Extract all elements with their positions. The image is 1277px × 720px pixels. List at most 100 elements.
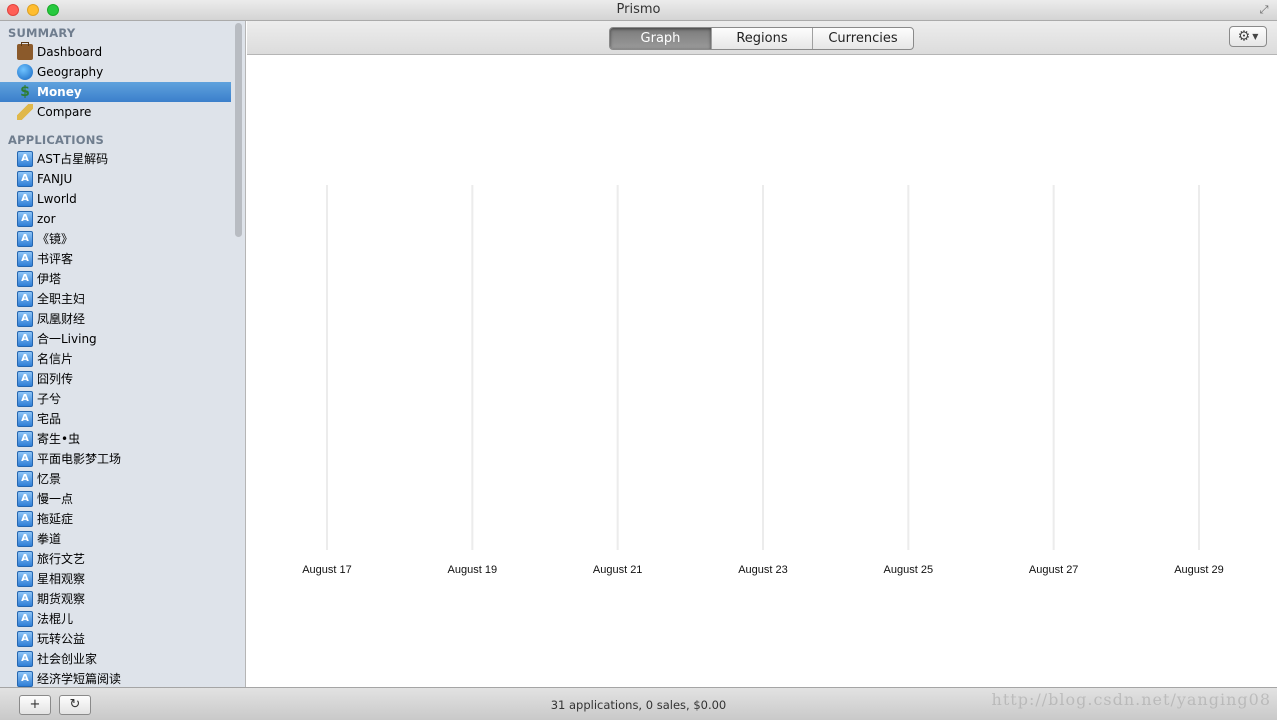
app-store-icon: A (17, 411, 33, 427)
tab-regions[interactable]: Regions (711, 28, 812, 49)
sidebar-item-label: 忆景 (37, 472, 62, 486)
app-store-icon: A (17, 471, 33, 487)
sidebar-item-label: 慢一点 (37, 492, 74, 506)
sidebar-app-item[interactable]: A 宅品 (0, 409, 231, 429)
sidebar-item-geography[interactable]: Geography (0, 62, 231, 82)
sidebar-app-item[interactable]: A 伊塔 (0, 269, 231, 289)
sidebar-item-label: Lworld (37, 192, 77, 206)
app-store-icon: A (17, 431, 33, 447)
x-tick-label: August 29 (1174, 564, 1224, 576)
sidebar-app-item[interactable]: A 经济学短篇阅读 (0, 669, 231, 687)
sidebar-item-label: 名信片 (37, 352, 74, 366)
app-store-icon: A (17, 311, 33, 327)
sidebar-item-label: 全职主妇 (37, 292, 86, 306)
sidebar-item-money[interactable]: $ Money (0, 82, 231, 102)
sidebar-app-item[interactable]: A 书评客 (0, 249, 231, 269)
sidebar-item-label: Dashboard (37, 45, 103, 59)
sidebar-item-label: AST占星解码 (37, 152, 109, 166)
app-store-icon: A (17, 211, 33, 227)
sidebar-app-item[interactable]: A 法棍儿 (0, 609, 231, 629)
sidebar-app-item[interactable]: A 慢一点 (0, 489, 231, 509)
sidebar-app-item[interactable]: A 拳道 (0, 529, 231, 549)
sidebar-item-label: Money (37, 85, 82, 99)
watermark: http://blog.csdn.net/yanging08 (991, 690, 1271, 709)
sidebar-item-label: Compare (37, 105, 92, 119)
sidebar-app-item[interactable]: A 旅行文艺 (0, 549, 231, 569)
sidebar-app-item[interactable]: A 星相观察 (0, 569, 231, 589)
sidebar-app-item[interactable]: A 凤凰财经 (0, 309, 231, 329)
sidebar-item-compare[interactable]: Compare (0, 102, 231, 122)
app-store-icon: A (17, 351, 33, 367)
sidebar-app-item[interactable]: A 子兮 (0, 389, 231, 409)
sidebar-app-item[interactable]: A FANJU (0, 169, 231, 189)
window-title: Prismo (616, 2, 661, 17)
fullscreen-icon[interactable]: ⤢ (1257, 3, 1271, 17)
x-tick-label: August 19 (448, 564, 498, 576)
sidebar-app-item[interactable]: A 忆景 (0, 469, 231, 489)
globe-icon (17, 64, 33, 80)
app-store-icon: A (17, 671, 33, 687)
tab-graph[interactable]: Graph (610, 28, 711, 49)
sidebar-app-item[interactable]: A 合一Living (0, 329, 231, 349)
sidebar-app-item[interactable]: A 寄生•虫 (0, 429, 231, 449)
app-store-icon: A (17, 551, 33, 567)
x-tick-label: August 17 (302, 564, 352, 576)
app-store-icon: A (17, 291, 33, 307)
sidebar-item-label: 宅品 (37, 412, 62, 426)
sidebar-item-label: 经济学短篇阅读 (37, 672, 122, 686)
sidebar-item-label: 书评客 (37, 252, 74, 266)
app-store-icon: A (17, 231, 33, 247)
sidebar-app-item[interactable]: A 名信片 (0, 349, 231, 369)
sidebar-app-item[interactable]: A 拖延症 (0, 509, 231, 529)
sidebar-item-label: 社会创业家 (37, 652, 98, 666)
app-store-icon: A (17, 171, 33, 187)
app-store-icon: A (17, 391, 33, 407)
gear-icon: ⚙ (1237, 28, 1251, 45)
sidebar-item-label: zor (37, 212, 56, 226)
x-tick-label: August 27 (1029, 564, 1079, 576)
app-store-icon: A (17, 591, 33, 607)
sidebar-item-label: 拖延症 (37, 512, 74, 526)
sidebar-item-label: 旅行文艺 (37, 552, 86, 566)
sidebar-app-item[interactable]: A 社会创业家 (0, 649, 231, 669)
sidebar-app-item[interactable]: A 期货观察 (0, 589, 231, 609)
app-store-icon: A (17, 511, 33, 527)
app-store-icon: A (17, 371, 33, 387)
sidebar-item-label: 《镜》 (37, 232, 74, 246)
sidebar-item-label: 合一Living (37, 332, 97, 346)
title-bar: Prismo ⤢ (0, 0, 1277, 21)
sidebar-item-dashboard[interactable]: Dashboard (0, 42, 231, 62)
sidebar-app-item[interactable]: Azor (0, 209, 231, 229)
sidebar-app-item[interactable]: A 《镜》 (0, 229, 231, 249)
chevron-down-icon: ▼ (1252, 32, 1259, 41)
scrollbar-thumb[interactable] (235, 23, 242, 237)
sidebar-app-item[interactable]: A 全职主妇 (0, 289, 231, 309)
ruler-icon (17, 104, 33, 120)
app-store-icon: A (17, 611, 33, 627)
sidebar-item-label: 星相观察 (37, 572, 86, 586)
x-tick-label: August 25 (884, 564, 934, 576)
app-store-icon: A (17, 571, 33, 587)
view-segmented-control: Graph Regions Currencies (609, 27, 914, 50)
briefcase-icon (17, 42, 33, 60)
sidebar-app-item[interactable]: A AST占星解码 (0, 149, 231, 169)
sidebar-app-item[interactable]: A 平面电影梦工场 (0, 449, 231, 469)
app-store-icon: A (17, 271, 33, 287)
sidebar-item-label: 法棍儿 (37, 612, 74, 626)
sidebar-scrollbar[interactable] (233, 21, 244, 687)
tab-currencies[interactable]: Currencies (812, 28, 913, 49)
sidebar-app-item[interactable]: A 玩转公益 (0, 629, 231, 649)
applications-header: APPLICATIONS (8, 133, 105, 147)
money-icon: $ (20, 84, 30, 100)
action-menu-button[interactable]: ⚙ ▼ (1229, 26, 1267, 47)
app-store-icon: A (17, 531, 33, 547)
x-tick-label: August 23 (738, 564, 788, 576)
app-store-icon: A (17, 251, 33, 267)
sidebar: SUMMARY Dashboard Geography $ Money Comp… (0, 21, 246, 687)
sidebar-item-label: 玩转公益 (37, 632, 86, 646)
sidebar-app-item[interactable]: A 囧列传 (0, 369, 231, 389)
sidebar-item-label: 子兮 (37, 392, 62, 406)
sidebar-item-label: 期货观察 (37, 592, 86, 606)
app-store-icon: A (17, 191, 33, 207)
sidebar-app-item[interactable]: A Lworld (0, 189, 231, 209)
